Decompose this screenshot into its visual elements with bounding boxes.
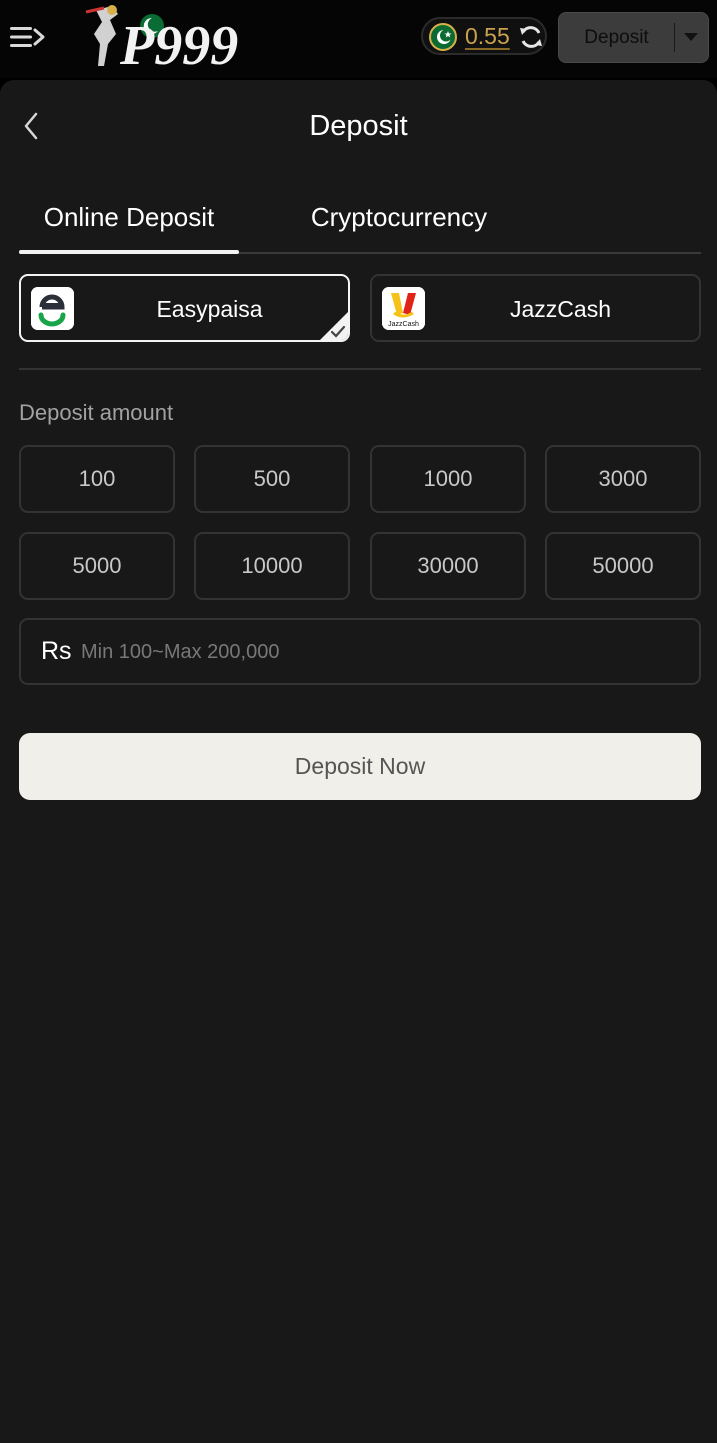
- deposit-now-button[interactable]: Deposit Now: [19, 733, 701, 800]
- tab-online-deposit[interactable]: Online Deposit: [19, 202, 239, 252]
- tab-cryptocurrency[interactable]: Cryptocurrency: [289, 202, 509, 252]
- header-deposit-divider: [674, 23, 675, 52]
- payment-method-easypaisa[interactable]: Easypaisa: [19, 274, 350, 342]
- amount-input[interactable]: [81, 632, 681, 672]
- deposit-tabs: Online Deposit Cryptocurrency: [19, 198, 701, 254]
- easypaisa-logo-icon: [31, 287, 74, 330]
- easypaisa-label: Easypaisa: [156, 296, 263, 322]
- section-divider: [19, 368, 701, 370]
- currency-symbol: Rs: [41, 637, 72, 665]
- selected-check-icon: [320, 312, 348, 340]
- amount-preset-button[interactable]: 500: [194, 445, 350, 513]
- pakistan-flag-icon: [429, 23, 457, 51]
- amount-preset-button[interactable]: 10000: [194, 532, 350, 600]
- deposit-sheet: Deposit Online Deposit Cryptocurrency Ea…: [0, 80, 717, 1443]
- menu-icon[interactable]: [10, 24, 46, 50]
- site-logo[interactable]: P999: [82, 4, 247, 72]
- jazzcash-label: JazzCash: [510, 296, 611, 322]
- page-title: Deposit: [309, 110, 408, 142]
- balance-pill: 0.55: [421, 17, 547, 55]
- amount-preset-button[interactable]: 1000: [370, 445, 526, 513]
- amount-preset-button[interactable]: 5000: [19, 532, 175, 600]
- top-bar: P999 0.55 Deposit: [0, 0, 717, 78]
- jazzcash-logo-icon: JazzCash: [382, 287, 425, 330]
- deposit-amount-label: Deposit amount: [19, 400, 174, 425]
- header-deposit-label: Deposit: [584, 27, 649, 48]
- active-tab-indicator: [19, 250, 239, 254]
- payment-method-jazzcash[interactable]: JazzCash JazzCash: [370, 274, 701, 342]
- amount-preset-button[interactable]: 50000: [545, 532, 701, 600]
- header-deposit-button[interactable]: Deposit: [558, 12, 709, 63]
- amount-input-box: Rs: [19, 618, 701, 685]
- amount-preset-button[interactable]: 3000: [545, 445, 701, 513]
- balance-value: 0.55: [465, 23, 510, 49]
- svg-text:P999: P999: [119, 15, 238, 72]
- amount-preset-button[interactable]: 100: [19, 445, 175, 513]
- refresh-icon[interactable]: [517, 23, 545, 51]
- svg-text:JazzCash: JazzCash: [388, 321, 419, 328]
- amount-preset-button[interactable]: 30000: [370, 532, 526, 600]
- chevron-down-icon[interactable]: [683, 31, 699, 43]
